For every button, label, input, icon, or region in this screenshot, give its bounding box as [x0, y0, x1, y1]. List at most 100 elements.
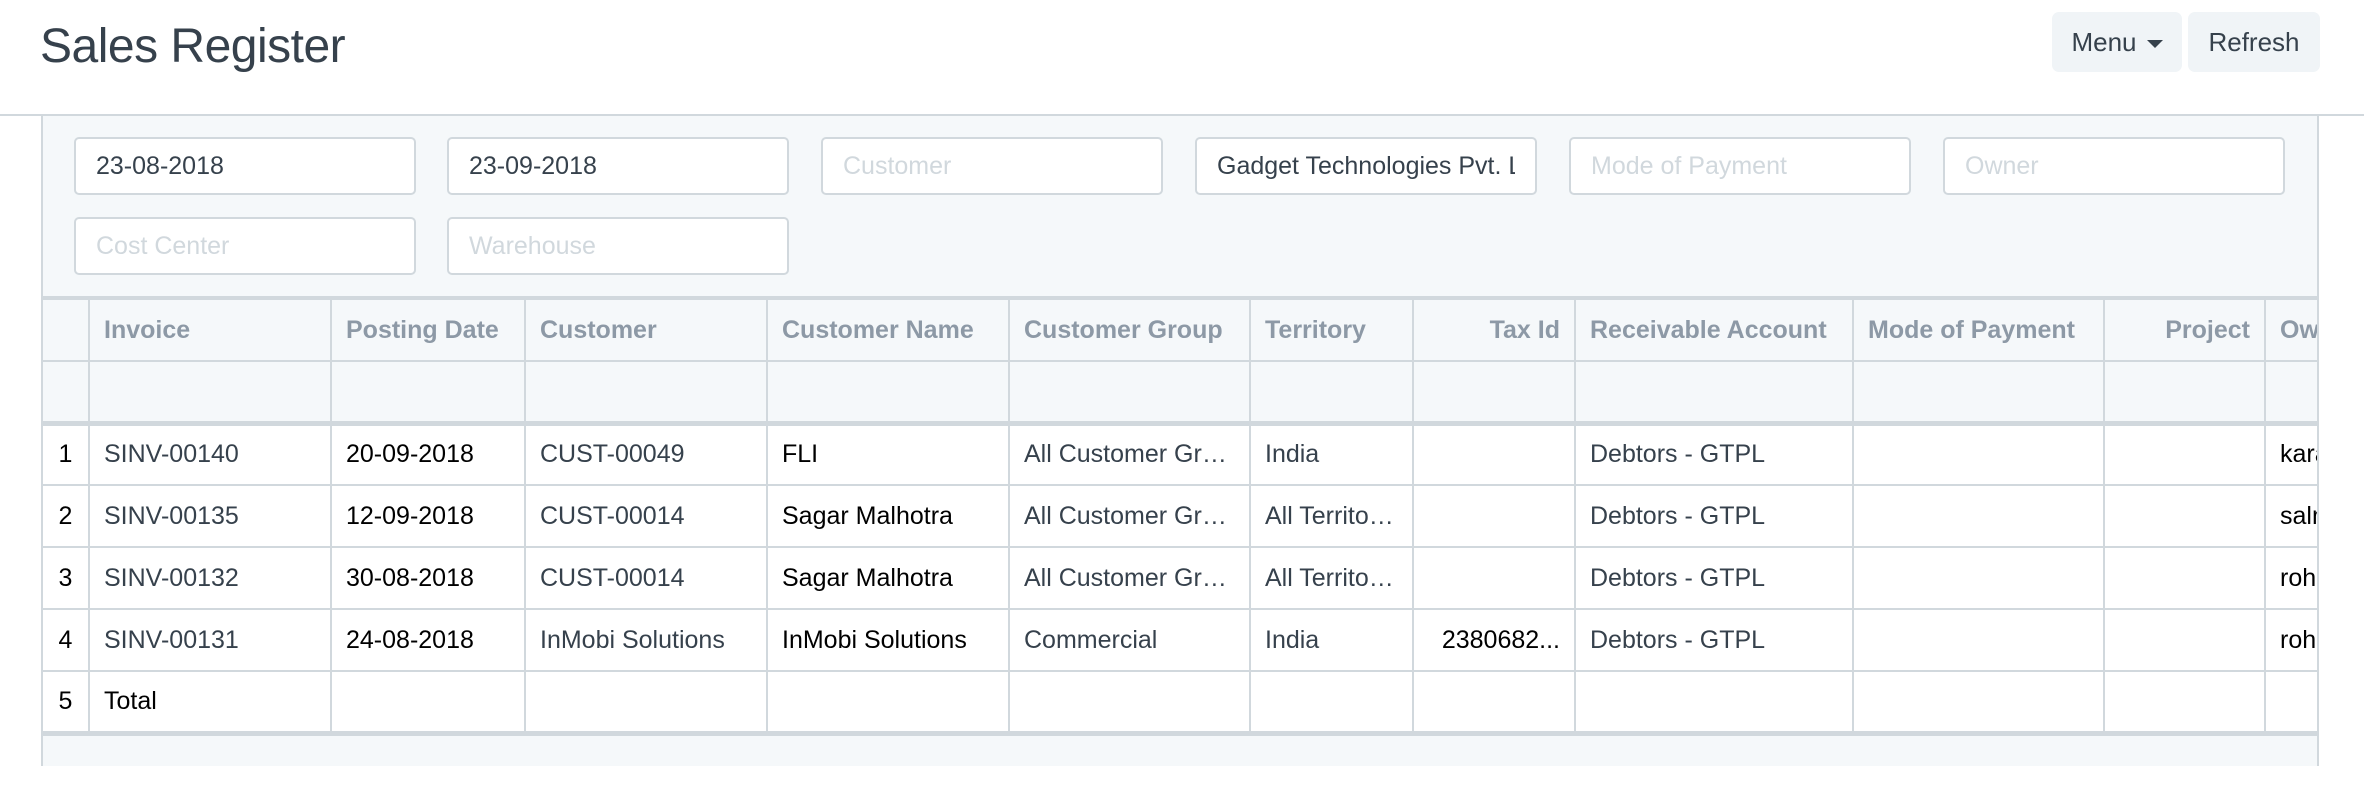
filter-area [43, 116, 2317, 296]
customer-name-cell: FLI [766, 422, 1010, 486]
column-header-territory[interactable]: Territory [1249, 298, 1414, 362]
territory-cell[interactable]: India [1249, 422, 1414, 486]
project-cell [2103, 422, 2266, 486]
menu-button[interactable]: Menu [2052, 12, 2182, 72]
project-cell [2103, 484, 2266, 548]
table-row[interactable]: 3 SINV-00132 30-08-2018 CUST-00014 Sagar Mal… [43, 546, 2317, 610]
invoice-cell[interactable]: SINV-00135 [88, 484, 332, 548]
column-filter-customer-name[interactable] [766, 360, 1010, 426]
customer-cell[interactable]: InMobi Solutions [524, 608, 768, 672]
company-filter[interactable] [1195, 137, 1537, 195]
report-datatable: Invoice Posting Date Customer Customer N… [43, 296, 2317, 766]
row-number-cell: 1 [43, 422, 90, 486]
customer-cell[interactable]: CUST-00049 [524, 422, 768, 486]
owner-cell: salm [2264, 484, 2317, 548]
cost-center-filter[interactable] [74, 217, 416, 275]
posting-date-cell: 20-09-2018 [330, 422, 526, 486]
mode-of-payment-cell [1852, 422, 2105, 486]
column-filter-owner[interactable] [2264, 360, 2317, 426]
report-table: Invoice Posting Date Customer Customer N… [43, 298, 2317, 736]
column-header-row-number [43, 298, 90, 362]
owner-cell: kara [2264, 422, 2317, 486]
project-cell [2103, 670, 2266, 736]
column-filter-receivable-account[interactable] [1574, 360, 1854, 426]
table-row[interactable]: 4 SINV-00131 24-08-2018 InMobi Solutions InM… [43, 608, 2317, 672]
total-label: Total [88, 670, 332, 736]
tax-id-cell [1412, 422, 1576, 486]
territory-cell[interactable]: India [1249, 608, 1414, 672]
territory-cell[interactable]: All Territories [1249, 546, 1414, 610]
receivable-account-cell[interactable]: Debtors - GTPL [1574, 484, 1854, 548]
owner-filter[interactable] [1943, 137, 2285, 195]
project-cell [2103, 608, 2266, 672]
table-row[interactable]: 2 SINV-00135 12-09-2018 CUST-00014 Sagar Mal… [43, 484, 2317, 548]
customer-name-cell [766, 670, 1010, 736]
refresh-button[interactable]: Refresh [2188, 12, 2320, 72]
column-header-customer-name[interactable]: Customer Name [766, 298, 1010, 362]
column-filter-cell [43, 360, 90, 426]
project-cell [2103, 546, 2266, 610]
mode-of-payment-cell [1852, 546, 2105, 610]
warehouse-filter[interactable] [447, 217, 789, 275]
column-header-customer[interactable]: Customer [524, 298, 768, 362]
caret-down-icon [2146, 40, 2163, 48]
invoice-cell[interactable]: SINV-00132 [88, 546, 332, 610]
tax-id-cell [1412, 670, 1576, 736]
receivable-account-cell[interactable]: Debtors - GTPL [1574, 608, 1854, 672]
column-filter-customer[interactable] [524, 360, 768, 426]
column-header-customer-group[interactable]: Customer Group [1008, 298, 1251, 362]
mode-of-payment-cell [1852, 608, 2105, 672]
customer-cell[interactable]: CUST-00014 [524, 484, 768, 548]
report-panel: Invoice Posting Date Customer Customer N… [41, 116, 2319, 766]
mode-of-payment-cell [1852, 484, 2105, 548]
receivable-account-cell[interactable]: Debtors - GTPL [1574, 546, 1854, 610]
customer-name-cell: InMobi Solutions [766, 608, 1010, 672]
column-filter-project[interactable] [2103, 360, 2266, 426]
from-date-filter[interactable] [74, 137, 416, 195]
posting-date-cell: 30-08-2018 [330, 546, 526, 610]
posting-date-cell: 24-08-2018 [330, 608, 526, 672]
total-row[interactable]: 5 Total [43, 670, 2317, 736]
invoice-cell[interactable]: SINV-00140 [88, 422, 332, 486]
customer-group-cell[interactable]: Commercial [1008, 608, 1251, 672]
column-filter-posting-date[interactable] [330, 360, 526, 426]
receivable-account-cell[interactable]: Debtors - GTPL [1574, 422, 1854, 486]
customer-group-cell[interactable]: All Customer Groups [1008, 422, 1251, 486]
column-header-posting-date[interactable]: Posting Date [330, 298, 526, 362]
header-row: Invoice Posting Date Customer Customer N… [43, 298, 2317, 362]
customer-group-cell[interactable]: All Customer Groups [1008, 546, 1251, 610]
customer-group-cell[interactable]: All Customer Groups [1008, 484, 1251, 548]
column-filter-mode-of-payment[interactable] [1852, 360, 2105, 426]
invoice-cell[interactable]: SINV-00131 [88, 608, 332, 672]
posting-date-cell: 12-09-2018 [330, 484, 526, 548]
column-filter-row [43, 360, 2317, 426]
column-header-receivable-account[interactable]: Receivable Account [1574, 298, 1854, 362]
owner-cell: rohi [2264, 608, 2317, 672]
column-header-project[interactable]: Project [2103, 298, 2266, 362]
customer-name-cell: Sagar Malhotra [766, 546, 1010, 610]
column-header-invoice[interactable]: Invoice [88, 298, 332, 362]
row-number-cell: 3 [43, 546, 90, 610]
column-filter-tax-id[interactable] [1412, 360, 1576, 426]
row-number-cell: 5 [43, 670, 90, 736]
table-row[interactable]: 1 SINV-00140 20-09-2018 CUST-00049 FLI All Cu… [43, 422, 2317, 486]
column-filter-invoice[interactable] [88, 360, 332, 426]
owner-cell: rohi [2264, 546, 2317, 610]
customer-filter[interactable] [821, 137, 1163, 195]
tax-id-cell [1412, 484, 1576, 548]
column-header-tax-id[interactable]: Tax Id [1412, 298, 1576, 362]
to-date-filter[interactable] [447, 137, 789, 195]
customer-cell [524, 670, 768, 736]
column-header-mode-of-payment[interactable]: Mode of Payment [1852, 298, 2105, 362]
column-filter-territory[interactable] [1249, 360, 1414, 426]
customer-cell[interactable]: CUST-00014 [524, 546, 768, 610]
territory-cell[interactable]: All Territories [1249, 484, 1414, 548]
column-header-owner[interactable]: Owner [2264, 298, 2317, 362]
mode-of-payment-cell [1852, 670, 2105, 736]
menu-button-label: Menu [2071, 26, 2137, 57]
row-number-cell: 4 [43, 608, 90, 672]
page-header: Sales Register Menu Refresh [0, 0, 2364, 116]
mode-of-payment-filter[interactable] [1569, 137, 1911, 195]
page-title: Sales Register [40, 20, 346, 73]
column-filter-customer-group[interactable] [1008, 360, 1251, 426]
